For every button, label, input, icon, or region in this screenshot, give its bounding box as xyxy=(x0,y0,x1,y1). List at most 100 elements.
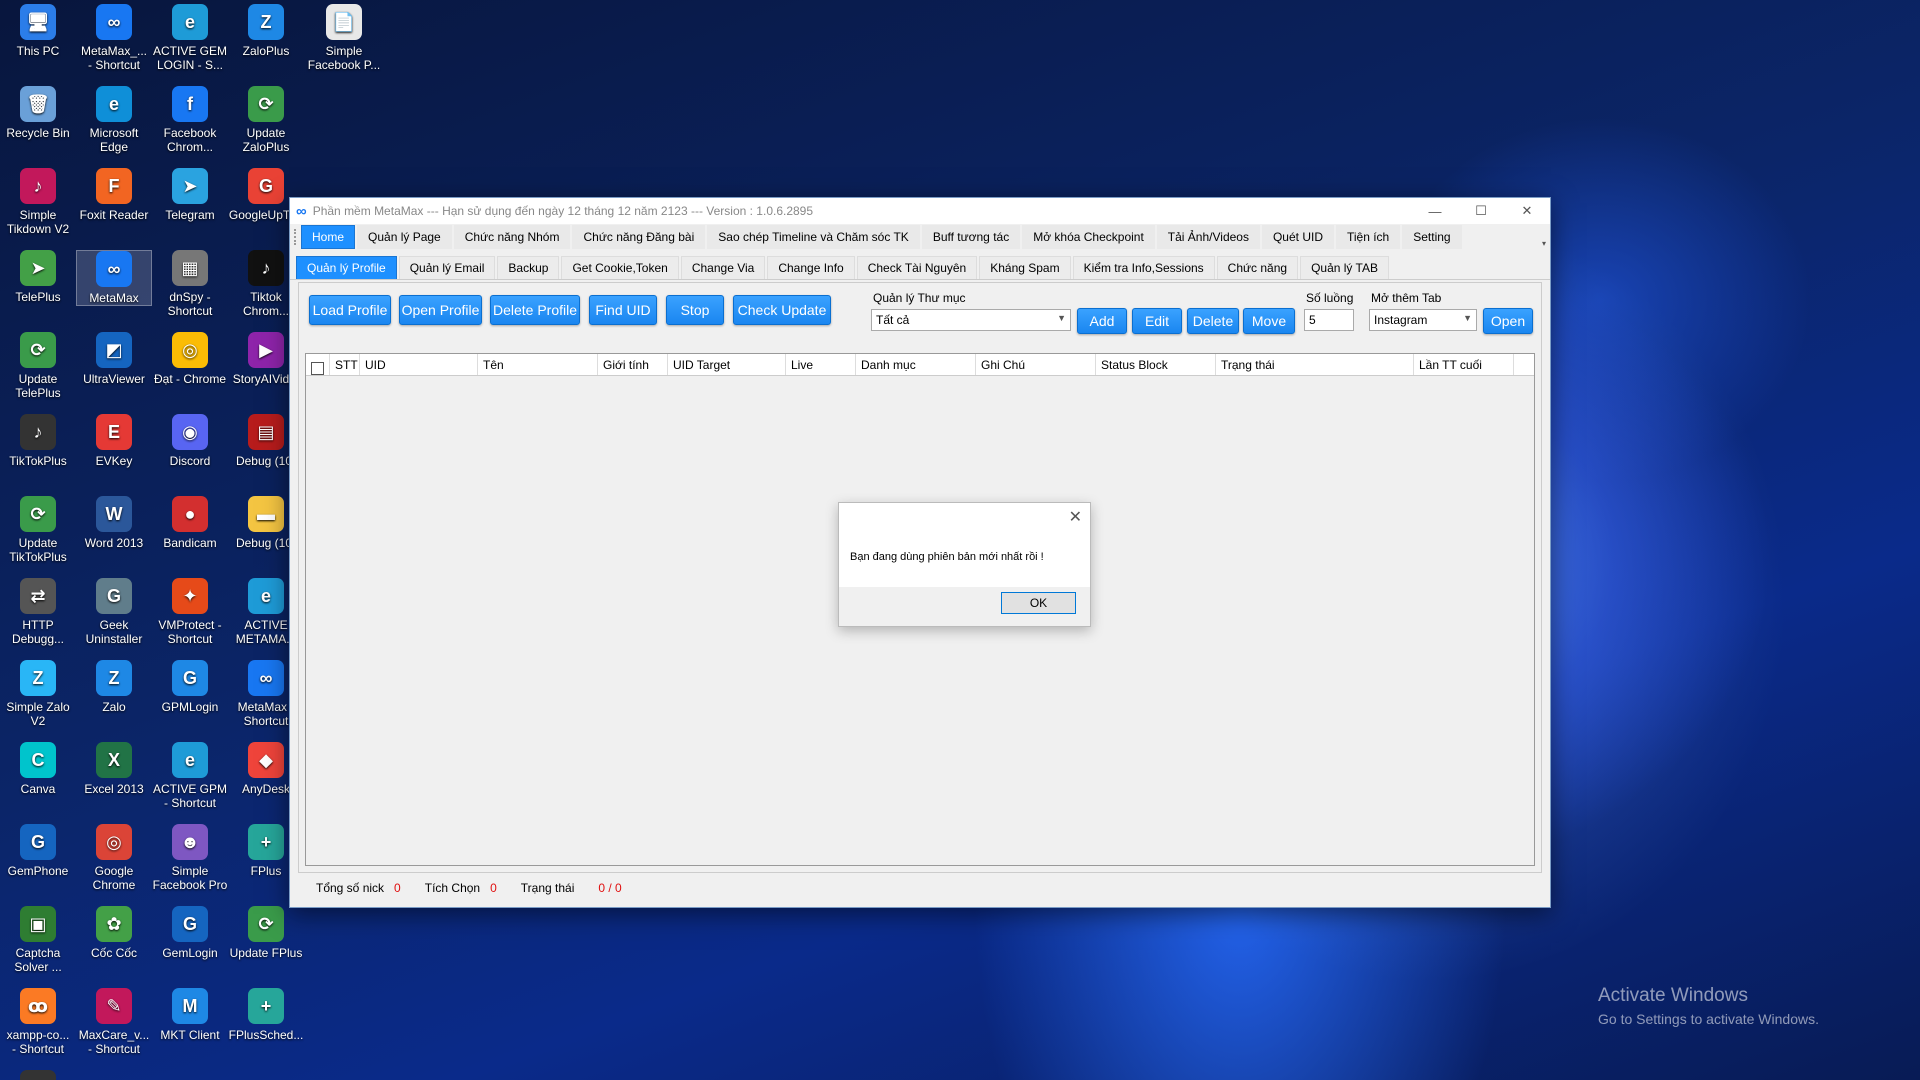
column-header[interactable]: Trạng thái xyxy=(1216,354,1414,375)
menu-item[interactable]: Sao chép Timeline và Chăm sóc TK xyxy=(707,225,920,249)
column-header[interactable]: Status Block xyxy=(1096,354,1216,375)
desktop-icon[interactable]: ◩ UltraViewer xyxy=(76,332,152,386)
select-all-checkbox[interactable] xyxy=(311,362,324,375)
threads-input[interactable]: 5 xyxy=(1304,309,1354,331)
column-header[interactable]: Lần TT cuối xyxy=(1414,354,1514,375)
find-uid-button[interactable]: Find UID xyxy=(589,295,657,325)
desktop-icon[interactable]: ◎ Google Chrome xyxy=(76,824,152,892)
desktop-icon[interactable]: ∞ MetaMax_... - Shortcut xyxy=(76,4,152,72)
open-profile-button[interactable]: Open Profile xyxy=(399,295,482,325)
desktop-icon[interactable]: M MKT Client xyxy=(152,988,228,1042)
delete-folder-button[interactable]: Delete xyxy=(1187,308,1239,334)
desktop-icon[interactable]: E EVKey xyxy=(76,414,152,468)
menu-item[interactable]: Quét UID xyxy=(1261,225,1334,249)
sub-tab[interactable]: Chức năng xyxy=(1216,256,1299,279)
desktop-icon[interactable]: ✦ VMProtect - Shortcut xyxy=(152,578,228,646)
desktop-icon[interactable]: G GemLogin xyxy=(152,906,228,960)
minimize-button[interactable]: — xyxy=(1412,198,1458,224)
desktop-icon[interactable]: W Word 2013 xyxy=(76,496,152,550)
column-header[interactable]: Live xyxy=(786,354,856,375)
desktop-icon[interactable]: 📄 Simple Facebook P... xyxy=(306,4,382,72)
menu-item[interactable]: Setting xyxy=(1402,225,1462,249)
edit-folder-button[interactable]: Edit xyxy=(1132,308,1182,334)
desktop-icon[interactable]: ⟳ Update TelePlus xyxy=(0,332,76,400)
desktop-icon[interactable]: ♪ Simple Tikdown V2 xyxy=(0,168,76,236)
column-header[interactable]: Tên xyxy=(478,354,598,375)
desktop-icon[interactable]: ◎ Đạt - Chrome xyxy=(152,332,228,386)
sub-tab[interactable]: Kiểm tra Info,Sessions xyxy=(1072,256,1215,279)
desktop-icon[interactable]: + FPlusSched... xyxy=(228,988,304,1042)
desktop-icon[interactable]: Z Simple Zalo V2 xyxy=(0,660,76,728)
desktop-icon[interactable]: f Facebook Chrom... xyxy=(152,86,228,154)
desktop-icon[interactable]: e Microsoft Edge xyxy=(76,86,152,154)
column-header[interactable]: UID Target xyxy=(668,354,786,375)
sub-tab[interactable]: Quản lý Profile xyxy=(296,256,397,279)
desktop-icon[interactable]: ⟳ Update ZaloPlus xyxy=(228,86,304,154)
desktop-icon[interactable]: ● Bandicam xyxy=(152,496,228,550)
desktop-icon[interactable]: ▦ dnSpy - Shortcut xyxy=(152,250,228,318)
sub-tab[interactable]: Get Cookie,Token xyxy=(561,256,679,279)
desktop-icon[interactable]: ꝏ xampp-co... - Shortcut xyxy=(0,988,76,1056)
ok-button[interactable]: OK xyxy=(1001,592,1076,614)
desktop-icon[interactable]: ♪ TikTokPlus xyxy=(0,414,76,468)
desktop-icon[interactable]: ➤ TelePlus xyxy=(0,250,76,304)
desktop-icon[interactable]: ☻ Simple Facebook Pro xyxy=(152,824,228,892)
close-button[interactable]: ✕ xyxy=(1504,198,1550,224)
stop-button[interactable]: Stop xyxy=(666,295,724,325)
column-header[interactable]: UID xyxy=(360,354,478,375)
menu-item[interactable]: Chức năng Nhóm xyxy=(453,225,571,249)
desktop-icon[interactable]: X Excel 2013 xyxy=(76,742,152,796)
menu-item[interactable]: Quản lý Page xyxy=(357,225,452,249)
desktop-icon[interactable]: ✿ Cốc Cốc xyxy=(76,906,152,960)
desktop-icon[interactable]: ◉ Discord xyxy=(152,414,228,468)
desktop-icon[interactable]: G GPMLogin xyxy=(152,660,228,714)
move-folder-button[interactable]: Move xyxy=(1243,308,1295,334)
menu-item[interactable]: Tải Ảnh/Videos xyxy=(1156,225,1260,249)
desktop-icon[interactable]: ⟳ Update FPlus xyxy=(228,906,304,960)
menu-item[interactable]: Home xyxy=(301,225,356,249)
sub-tab[interactable]: Quản lý TAB xyxy=(1300,256,1389,279)
column-header[interactable]: Giới tính xyxy=(598,354,668,375)
desktop-icon[interactable]: ⇄ HTTP Debugg... xyxy=(0,578,76,646)
menu-item[interactable]: Chức năng Đăng bài xyxy=(572,225,706,249)
desktop-icon[interactable]: F Foxit Reader xyxy=(76,168,152,222)
sub-tab[interactable]: Quản lý Email xyxy=(398,256,496,279)
menu-item[interactable]: Mở khóa Checkpoint xyxy=(1022,225,1155,249)
title-bar[interactable]: ∞ Phần mềm MetaMax --- Hạn sử dụng đến n… xyxy=(290,198,1550,224)
open-tab-select[interactable]: Instagram ▼ xyxy=(1369,309,1477,331)
add-folder-button[interactable]: Add xyxy=(1077,308,1127,334)
desktop-icon[interactable]: ✎ MaxCare_v... - Shortcut xyxy=(76,988,152,1056)
desktop-icon[interactable]: e ACTIVE GEM LOGIN - S... xyxy=(152,4,228,72)
desktop-icon[interactable]: G GemPhone xyxy=(0,824,76,878)
load-profile-button[interactable]: Load Profile xyxy=(309,295,391,325)
open-tab-button[interactable]: Open xyxy=(1483,308,1533,334)
check-update-button[interactable]: Check Update xyxy=(733,295,831,325)
column-header[interactable]: Ghi Chú xyxy=(976,354,1096,375)
desktop-icon[interactable]: G Geek Uninstaller xyxy=(76,578,152,646)
desktop-icon[interactable]: e ACTIVE GPM - Shortcut xyxy=(152,742,228,810)
column-header[interactable]: STT xyxy=(330,354,360,375)
desktop-icon[interactable]: 🖥 This PC xyxy=(0,4,76,58)
menu-overflow-icon[interactable]: ▾ xyxy=(1542,239,1546,248)
desktop-icon[interactable]: Z Zalo xyxy=(76,660,152,714)
desktop-icon[interactable]: 🗑 Recycle Bin xyxy=(0,86,76,140)
desktop-icon[interactable]: ◍OBS Studio xyxy=(0,1070,76,1080)
desktop-icon[interactable]: ➤ Telegram xyxy=(152,168,228,222)
column-header[interactable]: Danh mục xyxy=(856,354,976,375)
delete-profile-button[interactable]: Delete Profile xyxy=(490,295,580,325)
desktop-icon[interactable]: ▣ Captcha Solver ... xyxy=(0,906,76,974)
sub-tab[interactable]: Check Tài Nguyên xyxy=(856,256,978,279)
close-icon[interactable]: ✕ xyxy=(1069,507,1082,527)
desktop-icon[interactable]: Z ZaloPlus xyxy=(228,4,304,58)
menu-item[interactable]: Tiện ích xyxy=(1335,225,1401,249)
desktop-icon[interactable]: ⟳ Update TikTokPlus xyxy=(0,496,76,564)
menu-item[interactable]: Buff tương tác xyxy=(921,225,1021,249)
sub-tab[interactable]: Backup xyxy=(497,256,560,279)
sub-tab[interactable]: Change Via xyxy=(680,256,766,279)
desktop-icon[interactable]: C Canva xyxy=(0,742,76,796)
maximize-button[interactable]: ☐ xyxy=(1458,198,1504,224)
folder-select[interactable]: Tất cả ▼ xyxy=(871,309,1071,331)
sub-tab[interactable]: Kháng Spam xyxy=(979,256,1071,279)
desktop-icon[interactable]: ∞ MetaMax xyxy=(76,250,152,306)
sub-tab[interactable]: Change Info xyxy=(767,256,855,279)
